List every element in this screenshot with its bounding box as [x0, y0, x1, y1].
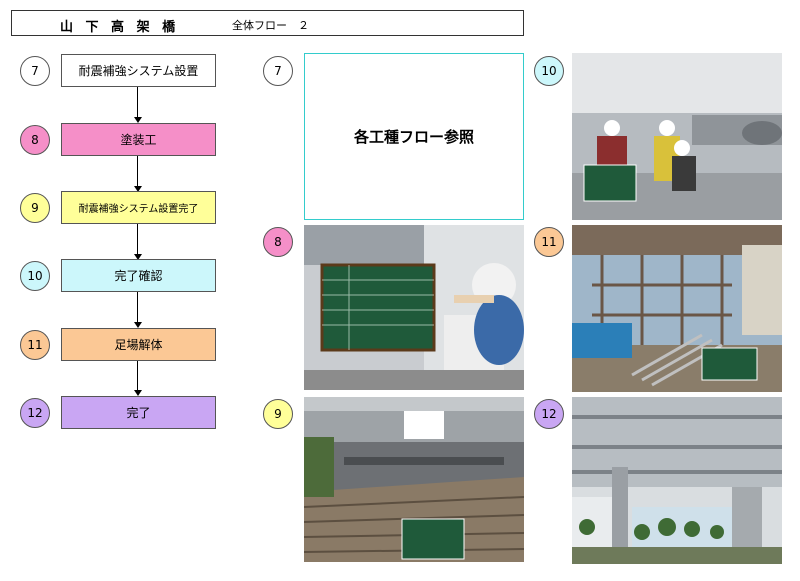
flow-reference-box: 各工種フロー参照	[304, 53, 524, 220]
flow-step-number-7: 7	[20, 56, 50, 86]
flow-step-number-10: 10	[20, 261, 50, 291]
page-title: 山 下 高 架 橋	[60, 20, 180, 35]
flow-step-number-9: 9	[20, 193, 50, 223]
flow-step-box-10: 完了確認	[61, 259, 216, 292]
flow-connector	[137, 292, 138, 322]
photo-painting-work	[304, 225, 524, 390]
flow-step-box-11: 足場解体	[61, 328, 216, 361]
flow-step-box-8: 塗装工	[61, 123, 216, 156]
flow-step-box-9: 耐震補強システム設置完了	[61, 191, 216, 224]
flow-step-number-12: 12	[20, 398, 50, 428]
flow-connector	[137, 87, 138, 117]
photo-number-11: 11	[534, 227, 564, 257]
photo-number-9: 9	[263, 399, 293, 429]
page-subtitle: 全体フロー ２	[232, 19, 309, 32]
photo-complete	[572, 397, 782, 564]
photo-scaffold-removal	[572, 225, 782, 392]
flow-step-box-12: 完了	[61, 396, 216, 429]
photo-number-8: 8	[263, 227, 293, 257]
photo-completion-check	[572, 53, 782, 220]
flow-step-box-7: 耐震補強システム設置	[61, 54, 216, 87]
flow-step-number-11: 11	[20, 330, 50, 360]
flow-connector	[137, 224, 138, 254]
flow-connector	[137, 361, 138, 391]
photo-system-installed	[304, 397, 524, 562]
photo-number-12: 12	[534, 399, 564, 429]
photo-number-7: 7	[263, 56, 293, 86]
photo-number-10: 10	[534, 56, 564, 86]
flow-connector	[137, 156, 138, 186]
header-bar: 山 下 高 架 橋 全体フロー ２	[11, 10, 524, 36]
flow-step-number-8: 8	[20, 125, 50, 155]
